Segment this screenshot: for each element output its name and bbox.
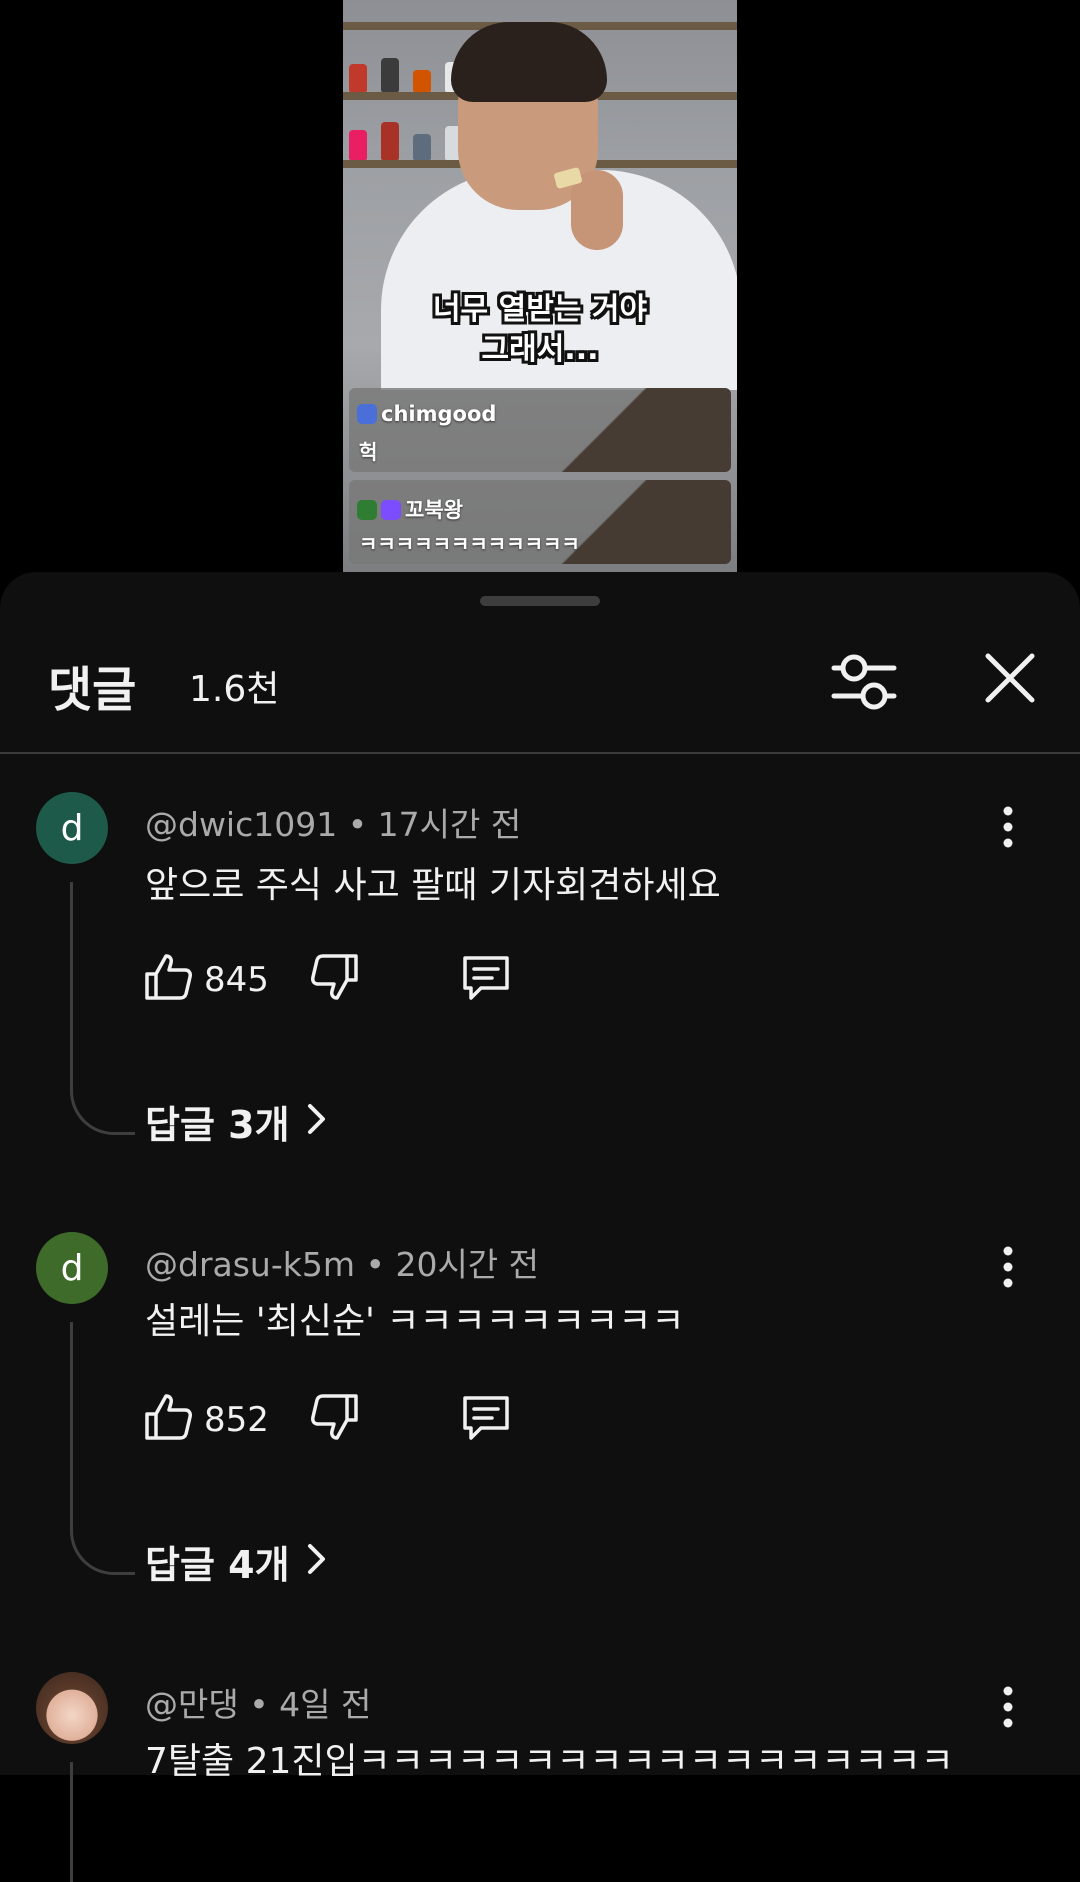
comment-meta[interactable]: @만댕 • 4일 전	[145, 1678, 371, 1726]
heart-badge-icon	[381, 500, 401, 520]
like-icon[interactable]	[143, 1392, 193, 1442]
chat-user-line: 꼬북왕	[357, 494, 463, 524]
chat-text: ㅋㅋㅋㅋㅋㅋㅋㅋㅋㅋㅋㅋ	[359, 532, 580, 556]
close-icon[interactable]	[978, 646, 1042, 710]
avatar[interactable]: d	[36, 792, 108, 864]
chat-text: 헉	[359, 440, 378, 464]
infinity-badge-icon	[357, 404, 377, 424]
reply-icon[interactable]	[459, 1392, 513, 1444]
sheet-title: 댓글	[48, 662, 137, 718]
more-options-icon[interactable]	[990, 802, 1026, 852]
chat-message: 꼬북왕 ㅋㅋㅋㅋㅋㅋㅋㅋㅋㅋㅋㅋ	[349, 480, 731, 564]
comment-count: 1.6천	[189, 669, 280, 710]
comment-meta[interactable]: @drasu-k5m • 20시간 전	[145, 1238, 539, 1286]
comment-text: 앞으로 주식 사고 팔때 기자회견하세요	[145, 865, 721, 906]
chat-user-line: chimgood	[357, 402, 496, 426]
avatar-letter: d	[60, 1247, 84, 1289]
comment-text: 설레는 '최신순' ㅋㅋㅋㅋㅋㅋㅋㅋㅋ	[145, 1301, 685, 1342]
view-replies-button[interactable]: 답글 4개	[145, 1534, 290, 1589]
header-divider	[0, 752, 1080, 754]
more-options-icon[interactable]	[990, 1682, 1026, 1732]
view-replies-button[interactable]: 답글 3개	[145, 1094, 290, 1149]
video-player[interactable]: 너무 열받는 거야 그래서... chimgood 헉 꼬북왕 ㅋㅋㅋㅋㅋㅋㅋㅋ…	[343, 0, 737, 575]
avatar-letter: d	[60, 807, 84, 849]
avatar[interactable]	[36, 1672, 108, 1744]
thread-line	[70, 1322, 135, 1575]
chevron-right-icon[interactable]	[302, 1538, 330, 1580]
reply-icon[interactable]	[459, 952, 513, 1004]
chat-username: 꼬북왕	[405, 498, 463, 522]
like-count: 852	[204, 1400, 269, 1440]
avatar[interactable]: d	[36, 1232, 108, 1304]
dislike-icon[interactable]	[310, 1392, 360, 1442]
like-icon[interactable]	[143, 952, 193, 1002]
more-options-icon[interactable]	[990, 1242, 1026, 1292]
thread-line	[70, 882, 135, 1135]
filter-sliders-icon[interactable]	[828, 646, 900, 718]
dislike-icon[interactable]	[310, 952, 360, 1002]
video-subtitle-line2: 그래서...	[481, 332, 599, 367]
video-subtitle-line1: 너무 열받는 거야	[432, 292, 648, 327]
thread-line	[70, 1762, 135, 1882]
comment-meta[interactable]: @dwic1091 • 17시간 전	[145, 798, 521, 846]
chat-username: chimgood	[381, 402, 497, 426]
comment-text: 7탈출 21진입ㅋㅋㅋㅋㅋㅋㅋㅋㅋㅋㅋㅋㅋㅋㅋㅋㅋㅋ	[145, 1741, 954, 1782]
like-count: 845	[204, 960, 269, 1000]
drag-handle[interactable]	[480, 596, 600, 606]
level-badge-icon	[357, 500, 377, 520]
chat-message: chimgood 헉	[349, 388, 731, 472]
comments-sheet: 댓글 1.6천 d @dwic1091 • 17시간 전 앞으로 주식 사고 팔…	[0, 572, 1080, 1882]
person-hair	[451, 22, 607, 102]
chevron-right-icon[interactable]	[302, 1098, 330, 1140]
